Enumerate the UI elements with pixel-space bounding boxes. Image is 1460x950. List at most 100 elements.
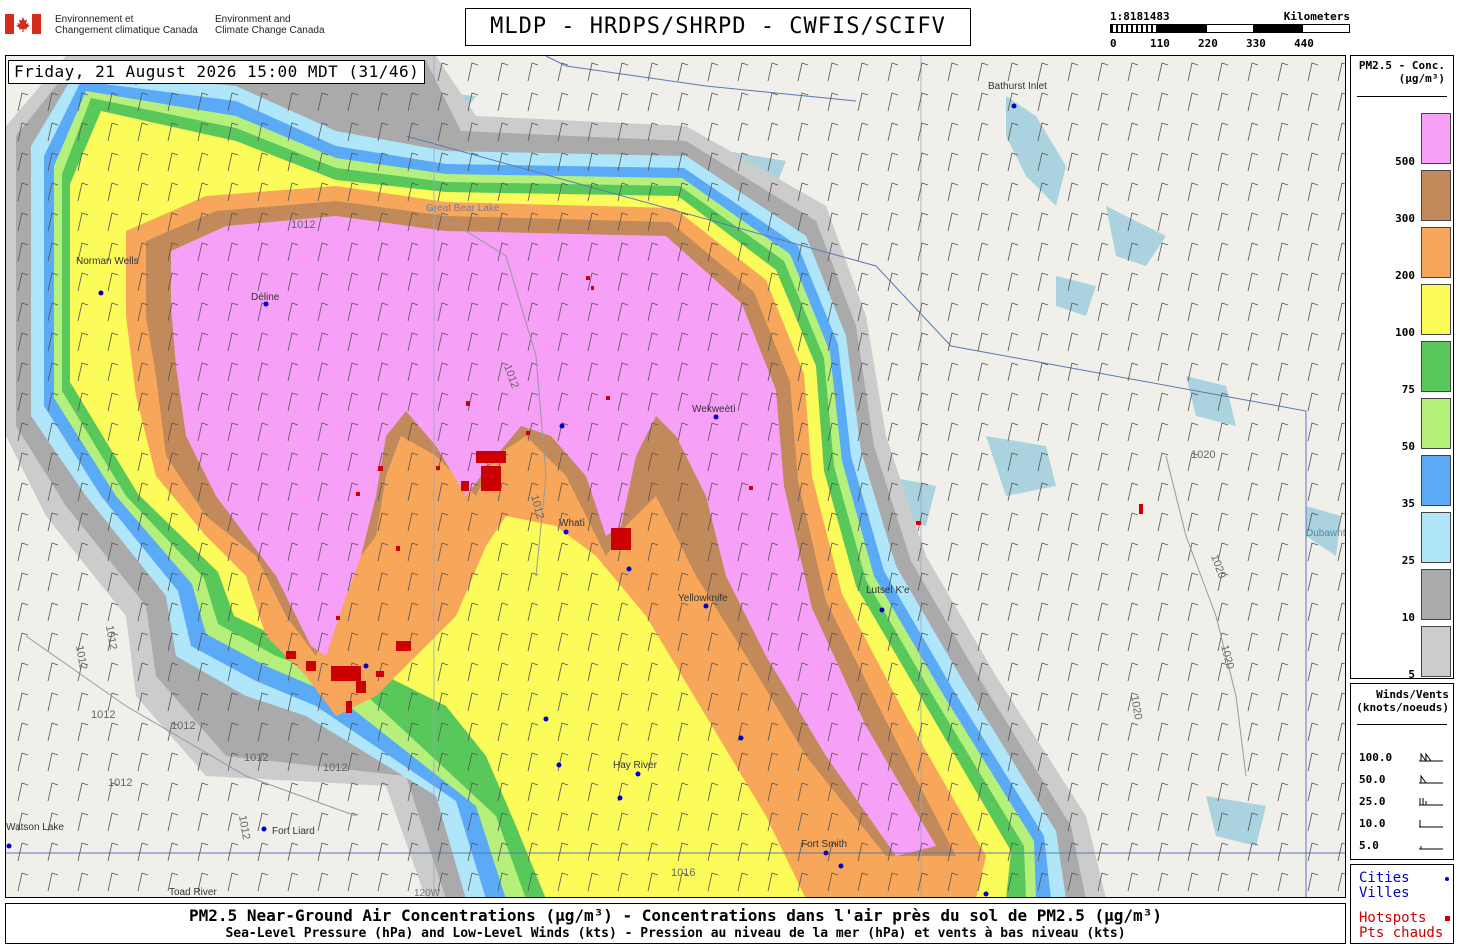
scale-ratio: 1:8181483 bbox=[1110, 10, 1170, 23]
scale-segment-5 bbox=[1302, 24, 1350, 33]
city-label-watson-lake: Watson Lake bbox=[6, 822, 64, 833]
wind-row-100: 100.0 bbox=[1359, 751, 1449, 767]
wind-barb-pennant-icon bbox=[1419, 774, 1443, 784]
isobar-label: 1012 bbox=[291, 219, 315, 231]
pm25-swatch-500 bbox=[1421, 113, 1451, 164]
pm25-legend-title-line1: PM2.5 - Conc. bbox=[1358, 59, 1445, 72]
map-canvas: 1012 1012 1012 1012 1012 1012 1012 1012 … bbox=[6, 56, 1346, 898]
lake-label-dubawnt: Dubawnt Lake bbox=[1306, 528, 1346, 539]
city-dot-icon bbox=[1445, 877, 1449, 881]
isobar-label: 1012 bbox=[323, 762, 347, 774]
scale-tick: 0 bbox=[1110, 37, 1117, 50]
wind-row-50: 50.0 bbox=[1359, 773, 1449, 789]
city-label-fort-smith: Fort Smith bbox=[801, 839, 847, 850]
pm25-swatch-label: 10 bbox=[1401, 611, 1415, 624]
wind-row-label: 10.0 bbox=[1359, 817, 1386, 830]
wind-barb-half-icon bbox=[1419, 846, 1443, 850]
product-title: MLDP - HRDPS/SHRPD - CWFIS/SCIFV bbox=[465, 8, 971, 46]
pm25-swatch-label: 75 bbox=[1401, 383, 1415, 396]
pm25-swatch-25 bbox=[1421, 512, 1451, 563]
map-caption: PM2.5 Near-Ground Air Concentrations (µg… bbox=[5, 903, 1346, 944]
city-label-norman-wells: Norman Wells bbox=[76, 256, 139, 267]
wind-row-5: 5.0 bbox=[1359, 839, 1449, 855]
wind-row-10: 10.0 bbox=[1359, 817, 1449, 833]
isobar-label: 1012 bbox=[91, 709, 115, 721]
wind-row-label: 5.0 bbox=[1359, 839, 1379, 852]
isobar-label: 1012 bbox=[171, 720, 195, 732]
pm25-swatch-50 bbox=[1421, 398, 1451, 449]
wind-row-label: 25.0 bbox=[1359, 795, 1386, 808]
wind-barb-full-icon bbox=[1419, 798, 1443, 806]
pm25-legend-title-line2: (µg/m³) bbox=[1398, 72, 1445, 85]
pm25-legend: PM2.5 - Conc. (µg/m³) 500 300 200 100 75 50 35… bbox=[1350, 55, 1454, 681]
pm25-swatch-75 bbox=[1421, 341, 1451, 392]
gov-name-fr: Environnement et Changement climatique C… bbox=[55, 14, 198, 36]
scale-segment-2 bbox=[1158, 24, 1206, 33]
meridian-label: 120W bbox=[414, 888, 441, 898]
isobar-label: 1020 bbox=[1191, 449, 1215, 461]
hotspots-label: Hotspots bbox=[1359, 910, 1427, 926]
wind-row-label: 50.0 bbox=[1359, 773, 1386, 786]
scale-tick: 220 bbox=[1198, 37, 1218, 50]
city-label-bathurst-inlet: Bathurst Inlet bbox=[988, 81, 1047, 92]
villes-label: Villes bbox=[1359, 885, 1410, 901]
pm25-swatch-label: 50 bbox=[1401, 440, 1415, 453]
points-legend: Cities Villes Hotspots Pts chauds bbox=[1350, 864, 1454, 944]
city-label-toad-river: Toad River bbox=[169, 887, 217, 898]
pm25-swatch-label: 300 bbox=[1395, 212, 1415, 225]
gov-fr-line1: Environnement et bbox=[55, 14, 134, 25]
government-logo: Environnement et Changement climatique C… bbox=[5, 12, 335, 42]
pm25-legend-title: PM2.5 - Conc. (µg/m³) bbox=[1351, 59, 1453, 85]
scale-tick: 330 bbox=[1246, 37, 1266, 50]
pm25-swatch-label: 500 bbox=[1395, 155, 1415, 168]
smoke-forecast-map[interactable]: 1012 1012 1012 1012 1012 1012 1012 1012 … bbox=[5, 55, 1346, 898]
pm25-swatch-10 bbox=[1421, 569, 1451, 620]
pm25-swatch-label: 25 bbox=[1401, 554, 1415, 567]
isobar-label: 1016 bbox=[671, 867, 695, 879]
city-label-hay-river: Hay River bbox=[613, 760, 658, 771]
wind-barb-full-icon bbox=[1419, 820, 1443, 828]
gov-name-en: Environment and Climate Change Canada bbox=[215, 14, 325, 36]
cities-label: Cities bbox=[1359, 870, 1410, 886]
pm25-swatch-100 bbox=[1421, 284, 1451, 335]
hotspot-square-icon bbox=[1445, 916, 1450, 921]
pm25-swatch-label: 5 bbox=[1408, 668, 1415, 681]
caption-line2: Sea-Level Pressure (hPa) and Low-Level W… bbox=[225, 926, 1126, 941]
pm25-swatch-300 bbox=[1421, 170, 1451, 221]
scale-segment-4 bbox=[1254, 24, 1302, 33]
lake-label-great-bear: Great Bear Lake bbox=[426, 203, 500, 214]
isobar-label: 1012 bbox=[108, 777, 132, 789]
canada-flag-icon bbox=[5, 14, 41, 34]
pm25-swatch-5 bbox=[1421, 626, 1451, 677]
city-label-whati: Whatì bbox=[559, 518, 585, 529]
winds-legend: Winds/Vents (knots/noeuds) 100.0 50.0 25… bbox=[1350, 683, 1454, 860]
scale-tick: 110 bbox=[1150, 37, 1170, 50]
pm25-swatch-label: 200 bbox=[1395, 269, 1415, 282]
wind-row-25: 25.0 bbox=[1359, 795, 1449, 811]
city-label-lutsel-ke: Lutsel K'e bbox=[866, 585, 910, 596]
scale-unit: Kilometers bbox=[1283, 10, 1350, 23]
pm25-swatch-label: 35 bbox=[1401, 497, 1415, 510]
winds-legend-title: Winds/Vents (knots/noeuds) bbox=[1351, 688, 1453, 714]
pts-chauds-label: Pts chauds bbox=[1359, 925, 1444, 941]
city-label-deline: Déline bbox=[251, 292, 280, 303]
gov-en-line1: Environment and bbox=[215, 14, 291, 25]
scale-segment-3 bbox=[1206, 24, 1254, 33]
scale-tick: 440 bbox=[1294, 37, 1314, 50]
city-label-fort-liard: Fort Liard bbox=[272, 826, 315, 837]
gov-en-line2: Climate Change Canada bbox=[215, 25, 325, 36]
scale-segment-1 bbox=[1110, 24, 1158, 33]
city-label-wekweeti: Wekweètì bbox=[692, 404, 736, 415]
winds-legend-title-line2: (knots/noeuds) bbox=[1356, 701, 1449, 714]
gov-fr-line2: Changement climatique Canada bbox=[55, 25, 198, 36]
winds-legend-title-line1: Winds/Vents bbox=[1376, 688, 1449, 701]
pm25-swatch-200 bbox=[1421, 227, 1451, 278]
pm25-swatch-35 bbox=[1421, 455, 1451, 506]
wind-row-label: 100.0 bbox=[1359, 751, 1393, 764]
scale-bar: 1:8181483 Kilometers 0 110 220 330 440 bbox=[1110, 10, 1350, 50]
legend-divider bbox=[1357, 96, 1447, 97]
city-label-yellowknife: Yellowknife bbox=[678, 593, 728, 604]
forecast-timestamp: Friday, 21 August 2026 15:00 MDT (31/46) bbox=[8, 60, 426, 84]
wind-barb-pennant-icon bbox=[1419, 752, 1443, 762]
isobar-label: 1012 bbox=[244, 752, 268, 764]
